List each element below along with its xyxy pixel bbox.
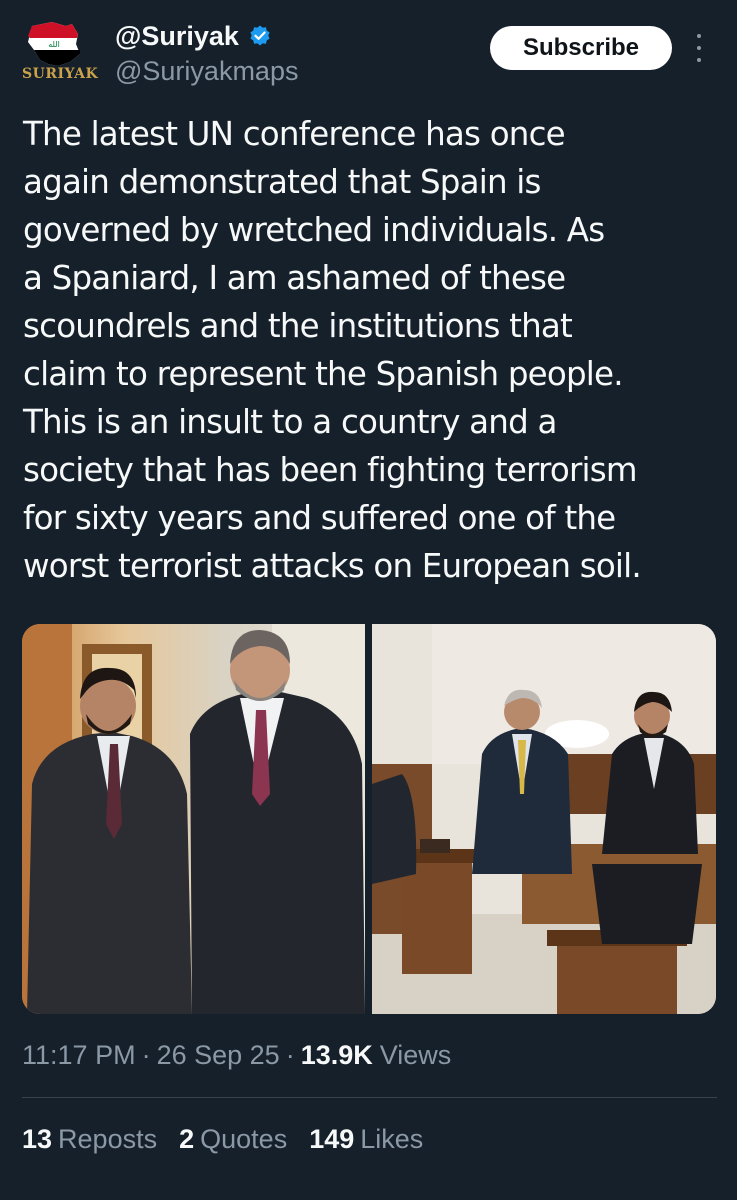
- display-name[interactable]: @Suriyak: [115, 21, 239, 52]
- likes-label: Likes: [360, 1124, 424, 1154]
- divider: [22, 1097, 717, 1098]
- tweet-detail: الله SURIYAK @Suriyak @Suriyakmaps Subsc…: [0, 0, 737, 1200]
- tweet-time[interactable]: 11:17 PM: [22, 1040, 136, 1071]
- photo-two-men-standing: [22, 624, 365, 1014]
- tweet-date[interactable]: 26 Sep 25: [157, 1040, 280, 1071]
- quotes-label: Quotes: [200, 1124, 288, 1154]
- tweet-meta: 11:17 PM · 26 Sep 25 · 13.9K Views: [22, 1040, 451, 1071]
- subscribe-button[interactable]: Subscribe: [490, 26, 672, 70]
- engagement-stats: 13 Reposts 2 Quotes 149 Likes: [22, 1124, 423, 1155]
- views-count: 13.9K: [300, 1040, 373, 1070]
- avatar-text: SURIYAK: [22, 66, 99, 82]
- likes-count: 149: [309, 1124, 355, 1154]
- tweet-text: The latest UN conference has once again …: [23, 115, 642, 585]
- photo-meeting-room: [372, 624, 716, 1014]
- reposts-label: Reposts: [58, 1124, 158, 1154]
- separator: ·: [285, 1040, 295, 1070]
- reposts-stat[interactable]: 13 Reposts: [22, 1124, 157, 1155]
- reposts-count: 13: [22, 1124, 53, 1154]
- handle[interactable]: @Suriyakmaps: [115, 56, 298, 87]
- name-row: @Suriyak: [115, 18, 272, 54]
- verified-badge-icon: [250, 25, 270, 46]
- more-vertical-icon[interactable]: [694, 34, 704, 62]
- avatar[interactable]: الله SURIYAK: [22, 20, 99, 92]
- quotes-stat[interactable]: 2 Quotes: [179, 1124, 287, 1155]
- media-grid: [22, 624, 716, 1014]
- likes-stat[interactable]: 149 Likes: [309, 1124, 423, 1155]
- separator: ·: [141, 1040, 151, 1070]
- svg-text:الله: الله: [48, 40, 60, 49]
- tweet-header: الله SURIYAK @Suriyak @Suriyakmaps Subsc…: [22, 18, 717, 96]
- photo-left[interactable]: [22, 624, 365, 1014]
- views-label: Views: [379, 1040, 452, 1070]
- quotes-count: 2: [179, 1124, 195, 1154]
- photo-right[interactable]: [372, 624, 716, 1014]
